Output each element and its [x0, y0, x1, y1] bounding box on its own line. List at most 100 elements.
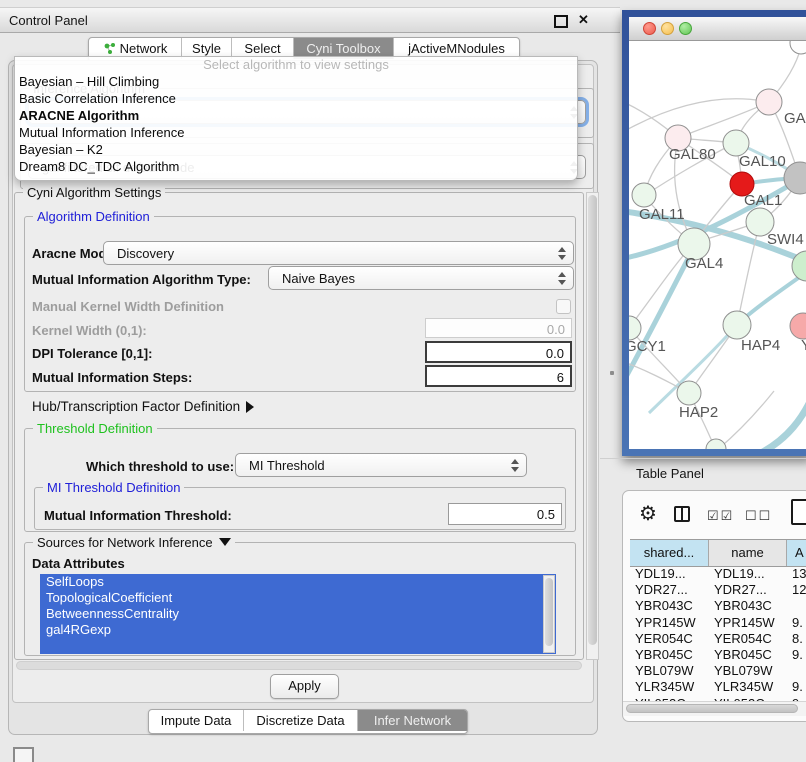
table-row[interactable]: YBL079WYBL079W	[630, 663, 806, 679]
network-node[interactable]	[790, 41, 806, 54]
tab-impute-data[interactable]: Impute Data	[149, 710, 243, 731]
svg-text:GAL80: GAL80	[669, 146, 716, 163]
apply-button[interactable]: Apply	[270, 674, 339, 699]
close-traffic-light-icon[interactable]	[643, 22, 656, 35]
table-rows[interactable]: YDL19...YDL19...13YDR27...YDR27...12YBR0…	[630, 566, 806, 705]
column-header-partial[interactable]: A	[787, 540, 806, 566]
algorithm-option[interactable]: Bayesian – Hill Climbing	[15, 73, 577, 90]
column-header-shared-name[interactable]: shared...	[630, 540, 709, 566]
mi-threshold-field[interactable]: 0.5	[448, 503, 562, 525]
tab-infer-network[interactable]: Infer Network	[357, 710, 467, 731]
data-attribute-item[interactable]: gal4RGexp	[40, 622, 556, 638]
close-icon[interactable]: ✕	[578, 12, 589, 28]
float-window-icon[interactable]	[554, 15, 568, 28]
hub-expander[interactable]: Hub/Transcription Factor Definition	[32, 399, 254, 414]
settings-hscroll-track[interactable]	[16, 661, 582, 670]
table-cell[interactable]: YBR045C	[709, 647, 787, 663]
table-cell[interactable]: YDL19...	[709, 566, 787, 582]
table-cell[interactable]: 9.	[787, 647, 806, 663]
network-node[interactable]	[629, 316, 641, 340]
table-cell[interactable]: YBR043C	[630, 598, 709, 614]
table-hscrollbar[interactable]	[623, 701, 806, 716]
network-node[interactable]	[756, 89, 782, 115]
table-row[interactable]: YPR145WYPR145W9.	[630, 615, 806, 631]
attribute-table: shared... name A	[630, 539, 806, 567]
data-attribute-item[interactable]: BetweennessCentrality	[40, 606, 556, 622]
data-attribute-item[interactable]: TopologicalCoefficient	[40, 590, 556, 606]
document-icon[interactable]	[791, 499, 806, 525]
algorithm-option[interactable]: ARACNE Algorithm	[15, 107, 577, 124]
data-attributes-list[interactable]: SelfLoopsTopologicalCoefficientBetweenne…	[40, 574, 556, 654]
minimized-panel-icon[interactable]	[13, 747, 34, 762]
algorithm-option[interactable]: Dream8 DC_TDC Algorithm	[15, 158, 577, 175]
table-cell[interactable]: YBL079W	[709, 663, 787, 679]
network-view-window: GAL GAL80 GAL10 GAL1 GAL11 SWI4 GAL4 GCY…	[622, 10, 806, 456]
table-cell[interactable]: 9.	[787, 679, 806, 695]
table-cell[interactable]: 8.	[787, 631, 806, 647]
settings-scrollbar-thumb[interactable]	[588, 195, 597, 645]
network-window-titlebar[interactable]	[629, 17, 806, 41]
table-header-row: shared... name A	[630, 539, 806, 567]
algorithm-popup-items: Bayesian – Hill ClimbingBasic Correlatio…	[15, 73, 577, 175]
network-node[interactable]	[790, 313, 806, 339]
table-cell[interactable]: YBR043C	[709, 598, 787, 614]
table-row[interactable]: YBR045CYBR045C9.	[630, 647, 806, 663]
table-cell[interactable]: YLR345W	[630, 679, 709, 695]
table-cell[interactable]: YPR145W	[709, 615, 787, 631]
table-cell[interactable]: YER054C	[630, 631, 709, 647]
table-cell[interactable]: YDL19...	[630, 566, 709, 582]
which-threshold-select[interactable]: MI Threshold	[235, 453, 527, 477]
deselect-all-checkboxes-icon[interactable]: ☐☐	[745, 508, 772, 524]
table-row[interactable]: YLR345WYLR345W9.	[630, 679, 806, 695]
network-node[interactable]	[677, 381, 701, 405]
attributes-scrollbar-thumb[interactable]	[545, 578, 553, 646]
table-panel-title: Table Panel	[636, 466, 704, 481]
zoom-traffic-light-icon[interactable]	[679, 22, 692, 35]
kernel-width-label: Kernel Width (0,1):	[32, 323, 147, 338]
algorithm-option[interactable]: Mutual Information Inference	[15, 124, 577, 141]
table-cell[interactable]	[787, 663, 806, 679]
table-cell[interactable]: 13	[787, 566, 806, 582]
table-cell[interactable]: YDR27...	[709, 582, 787, 598]
table-cell[interactable]: YLR345W	[709, 679, 787, 695]
expander-collapsed-icon	[246, 401, 254, 413]
tab-discretize-data[interactable]: Discretize Data	[243, 710, 357, 731]
table-cell[interactable]: YBR045C	[630, 647, 709, 663]
mi-type-select[interactable]: Naive Bayes	[268, 266, 574, 290]
table-row[interactable]: YDL19...YDL19...13	[630, 566, 806, 582]
minimize-traffic-light-icon[interactable]	[661, 22, 674, 35]
splitter-handle[interactable]	[610, 371, 614, 375]
table-hscrollbar-thumb[interactable]	[626, 704, 798, 713]
table-row[interactable]: YBR043CYBR043C	[630, 598, 806, 614]
table-row[interactable]: YDR27...YDR27...12	[630, 582, 806, 598]
settings-scrollbar[interactable]	[586, 192, 599, 660]
manual-kernel-checkbox[interactable]	[556, 299, 571, 314]
columns-icon[interactable]	[674, 506, 690, 522]
network-node[interactable]	[632, 183, 656, 207]
table-cell[interactable]: YDR27...	[630, 582, 709, 598]
kernel-width-field: 0.0	[425, 318, 572, 338]
network-node[interactable]	[723, 311, 751, 339]
aracne-mode-select[interactable]: Discovery	[103, 241, 574, 265]
network-canvas[interactable]: GAL GAL80 GAL10 GAL1 GAL11 SWI4 GAL4 GCY…	[629, 41, 806, 449]
table-cell[interactable]	[787, 598, 806, 614]
sources-expander[interactable]: Sources for Network Inference	[33, 535, 235, 550]
attributes-scrollbar[interactable]	[543, 575, 555, 653]
mi-steps-field[interactable]: 6	[425, 365, 572, 387]
table-cell[interactable]: YER054C	[709, 631, 787, 647]
table-cell[interactable]: YBL079W	[630, 663, 709, 679]
table-row[interactable]: YER054CYER054C8.	[630, 631, 806, 647]
column-header-name[interactable]: name	[709, 540, 787, 566]
mi-threshold-label: Mutual Information Threshold:	[44, 508, 232, 523]
select-all-checkboxes-icon[interactable]: ☑☑	[707, 508, 734, 524]
gear-icon[interactable]: ⚙	[639, 501, 657, 526]
algorithm-option[interactable]: Bayesian – K2	[15, 141, 577, 158]
table-cell[interactable]: 9.	[787, 615, 806, 631]
control-panel-title: Control Panel	[9, 13, 88, 28]
network-node[interactable]	[706, 439, 726, 449]
dpi-tolerance-field[interactable]: 0.0	[425, 341, 572, 363]
algorithm-option[interactable]: Basic Correlation Inference	[15, 90, 577, 107]
data-attribute-item[interactable]: SelfLoops	[40, 574, 556, 590]
table-cell[interactable]: 12	[787, 582, 806, 598]
table-cell[interactable]: YPR145W	[630, 615, 709, 631]
